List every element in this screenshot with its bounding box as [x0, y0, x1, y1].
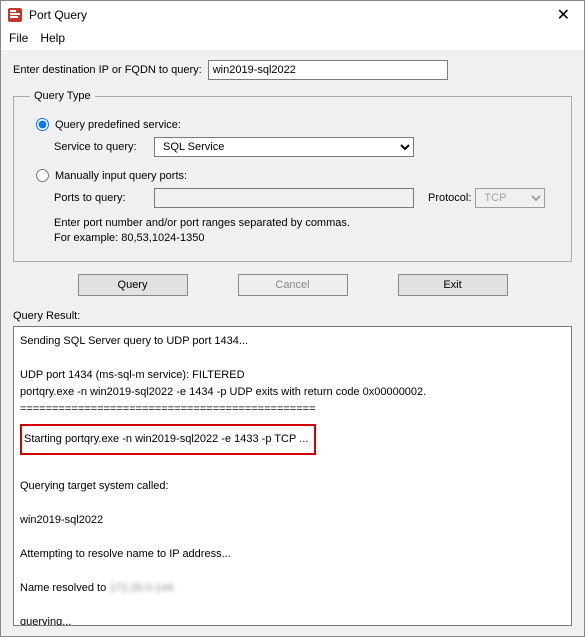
app-icon	[7, 7, 23, 23]
menu-file[interactable]: File	[9, 31, 28, 45]
result-line: Attempting to resolve name to IP address…	[20, 548, 231, 560]
query-type-legend: Query Type	[30, 90, 95, 102]
result-line: querying...	[20, 616, 71, 625]
blurred-ip: 172.20.0.144	[109, 580, 173, 597]
result-line: UDP port 1434 (ms-sql-m service): FILTER…	[20, 369, 245, 381]
helptext: Enter port number and/or port ranges sep…	[54, 216, 555, 247]
content-area: Enter destination IP or FQDN to query: Q…	[1, 50, 584, 636]
result-line: Name resolved to 172.20.0.144	[20, 582, 174, 594]
result-line: Querying target system called:	[20, 480, 169, 492]
menubar: File Help	[1, 27, 584, 50]
radio-manual-label: Manually input query ports:	[55, 170, 187, 182]
helptext-line2: For example: 80,53,1024-1350	[54, 232, 204, 244]
titlebar: Port Query ✕	[1, 1, 584, 27]
destination-input[interactable]	[208, 60, 448, 80]
result-line: win2019-sql2022	[20, 514, 103, 526]
radio-predefined[interactable]	[36, 118, 49, 131]
result-separator: ========================================…	[20, 403, 316, 415]
exit-button[interactable]: Exit	[398, 274, 508, 296]
ports-input	[154, 188, 414, 208]
protocol-label: Protocol:	[428, 192, 471, 204]
close-button[interactable]: ✕	[551, 5, 576, 25]
destination-row: Enter destination IP or FQDN to query:	[13, 60, 572, 80]
button-row: Query Cancel Exit	[13, 274, 572, 296]
query-result-label: Query Result:	[13, 310, 572, 322]
query-result-box[interactable]: Sending SQL Server query to UDP port 143…	[13, 326, 572, 626]
service-select[interactable]: SQL Service	[154, 137, 414, 157]
window-title: Port Query	[29, 8, 87, 22]
highlighted-command: Starting portqry.exe -n win2019-sql2022 …	[20, 424, 316, 455]
protocol-select: TCP	[475, 188, 545, 208]
radio-predefined-label: Query predefined service:	[55, 119, 181, 131]
result-line: portqry.exe -n win2019-sql2022 -e 1434 -…	[20, 386, 426, 398]
service-label: Service to query:	[54, 141, 154, 153]
cancel-button: Cancel	[238, 274, 348, 296]
destination-label: Enter destination IP or FQDN to query:	[13, 64, 202, 76]
radio-manual[interactable]	[36, 169, 49, 182]
port-query-window: Port Query ✕ File Help Enter destination…	[0, 0, 585, 637]
menu-help[interactable]: Help	[40, 31, 65, 45]
helptext-line1: Enter port number and/or port ranges sep…	[54, 217, 350, 229]
query-button[interactable]: Query	[78, 274, 188, 296]
ports-label: Ports to query:	[54, 192, 154, 204]
query-type-fieldset: Query Type Query predefined service: Ser…	[13, 90, 572, 262]
result-line: Sending SQL Server query to UDP port 143…	[20, 335, 248, 347]
